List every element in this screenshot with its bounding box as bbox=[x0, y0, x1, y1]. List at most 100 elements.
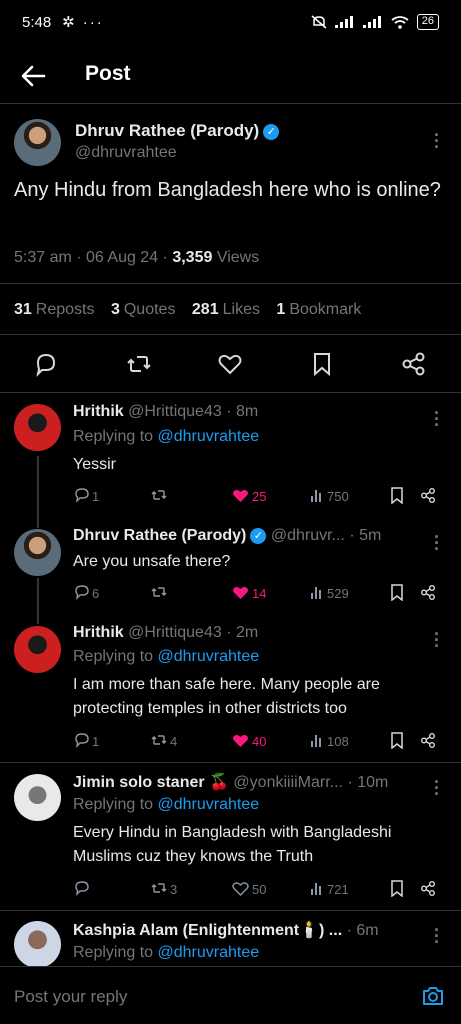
bookmarks-stat[interactable]: 1 Bookmark bbox=[276, 301, 361, 318]
like-icon-filled[interactable] bbox=[232, 585, 249, 600]
replying-to: Replying to @dhruvrahtee bbox=[73, 428, 260, 445]
status-bar: 5:48 ✲ ··· 26 bbox=[0, 0, 461, 46]
reply-icon[interactable] bbox=[74, 880, 90, 896]
share-icon[interactable] bbox=[400, 350, 428, 378]
share-icon[interactable] bbox=[420, 732, 437, 749]
like-icon-filled[interactable] bbox=[232, 488, 249, 503]
bookmark-icon[interactable] bbox=[308, 350, 336, 378]
signal-icon-2 bbox=[362, 16, 381, 28]
verified-badge-icon: ✓ bbox=[250, 527, 267, 544]
reply-count: 6 bbox=[92, 586, 100, 601]
page-title: Post bbox=[85, 62, 131, 85]
share-icon[interactable] bbox=[420, 880, 437, 897]
reply-text: I am more than safe here. Many people ar… bbox=[73, 676, 380, 717]
reply-author-name[interactable]: Kashpia Alam (Enlightenment🕯️) ... bbox=[73, 922, 342, 939]
post-text: Any Hindu from Bangladesh here who is on… bbox=[14, 179, 441, 201]
repost-icon[interactable] bbox=[150, 487, 168, 503]
status-notification-icons: ✲ ··· bbox=[62, 14, 104, 31]
replying-to-link[interactable]: @dhruvrahtee bbox=[158, 648, 260, 665]
reply-time: · 6m bbox=[346, 922, 379, 939]
bookmark-icon[interactable] bbox=[390, 732, 404, 749]
reply-icon[interactable] bbox=[32, 350, 60, 378]
like-icon[interactable] bbox=[216, 350, 244, 378]
views-icon[interactable] bbox=[310, 881, 324, 895]
back-arrow-icon[interactable] bbox=[18, 62, 48, 90]
post-stats: 31 Reposts 3 Quotes 281 Likes 1 Bookmark bbox=[14, 301, 373, 319]
reply-count: 1 bbox=[92, 734, 100, 749]
reply-avatar[interactable] bbox=[14, 774, 61, 821]
reply-author-name[interactable]: Hrithik bbox=[73, 624, 124, 641]
like-icon[interactable] bbox=[232, 881, 249, 896]
reply-header: Hrithik @Hrittique43 · 2m bbox=[73, 624, 258, 642]
reposts-stat[interactable]: 31 Reposts bbox=[14, 301, 95, 318]
bookmark-icon[interactable] bbox=[390, 487, 404, 504]
thread-line bbox=[37, 456, 39, 528]
reply-text: Every Hindu in Bangladesh with Banglades… bbox=[73, 824, 392, 865]
more-options-icon[interactable]: · · · bbox=[432, 921, 442, 951]
quotes-stat[interactable]: 3 Quotes bbox=[111, 301, 176, 318]
replying-to: Replying to @dhruvrahtee bbox=[73, 796, 260, 813]
repost-icon[interactable] bbox=[150, 880, 168, 896]
bookmark-icon[interactable] bbox=[390, 584, 404, 601]
views-count: 108 bbox=[327, 734, 349, 749]
repost-icon[interactable] bbox=[150, 732, 168, 748]
post-views-label: Views bbox=[212, 249, 260, 266]
reply-header: Hrithik @Hrittique43 · 8m bbox=[73, 403, 258, 421]
battery-icon: 26 bbox=[416, 14, 439, 30]
like-count: 25 bbox=[252, 489, 267, 504]
views-icon[interactable] bbox=[310, 585, 324, 599]
reply-icon[interactable] bbox=[74, 487, 90, 503]
views-icon[interactable] bbox=[310, 488, 324, 502]
replying-to-link[interactable]: @dhruvrahtee bbox=[158, 944, 260, 961]
reply-header: Jimin solo staner 🍒 @yonkiiiiMarr... · 1… bbox=[73, 772, 428, 792]
more-options-icon[interactable]: · · · bbox=[432, 625, 442, 655]
reply-time: · 10m bbox=[347, 774, 389, 791]
more-options-icon[interactable]: · · · bbox=[432, 773, 442, 803]
post-views-count: 3,359 bbox=[172, 249, 213, 266]
author-handle[interactable]: @dhruvrahtee bbox=[75, 144, 177, 162]
more-options-icon[interactable]: · · · bbox=[432, 404, 442, 434]
reply-time: · 5m bbox=[349, 527, 382, 544]
like-icon-filled[interactable] bbox=[232, 733, 249, 748]
reply-composer-bar: Post your reply bbox=[0, 966, 461, 1024]
reply-author-handle[interactable]: @yonkiiiiMarr... bbox=[233, 774, 343, 791]
views-count: 721 bbox=[327, 882, 349, 897]
repost-icon[interactable] bbox=[125, 350, 153, 378]
reply-text: Yessir bbox=[73, 456, 116, 473]
thread-line bbox=[37, 578, 39, 624]
more-options-icon[interactable]: · · · bbox=[432, 528, 442, 558]
share-icon[interactable] bbox=[420, 487, 437, 504]
repost-icon[interactable] bbox=[150, 584, 168, 600]
bookmark-icon[interactable] bbox=[390, 880, 404, 897]
likes-stat[interactable]: 281 Likes bbox=[192, 301, 260, 318]
replying-to-link[interactable]: @dhruvrahtee bbox=[158, 428, 260, 445]
reply-author-name[interactable]: Hrithik bbox=[73, 403, 124, 420]
reply-avatar[interactable] bbox=[14, 626, 61, 673]
reply-avatar[interactable] bbox=[14, 921, 61, 968]
reply-author-handle[interactable]: @Hrittique43 bbox=[128, 624, 222, 641]
wifi-icon bbox=[391, 15, 409, 29]
more-options-icon[interactable]: · · · bbox=[432, 126, 442, 156]
author-avatar[interactable] bbox=[14, 119, 61, 166]
reply-author-name[interactable]: Jimin solo staner 🍒 bbox=[73, 774, 229, 791]
reply-author-name[interactable]: Dhruv Rathee (Parody) bbox=[73, 527, 246, 544]
reply-icon[interactable] bbox=[74, 732, 90, 748]
reply-header: Dhruv Rathee (Parody) ✓ @dhruvr... · 5m bbox=[73, 527, 428, 545]
reply-icon[interactable] bbox=[74, 584, 90, 600]
reply-avatar[interactable] bbox=[14, 529, 61, 576]
author-name-row[interactable]: Dhruv Rathee (Parody) ✓ bbox=[75, 121, 280, 141]
reply-text: Are you unsafe there? bbox=[73, 553, 231, 570]
status-time: 5:48 bbox=[22, 14, 52, 31]
repost-count: 4 bbox=[170, 734, 178, 749]
status-right-icons: 26 bbox=[311, 14, 439, 30]
reply-author-handle[interactable]: @Hrittique43 bbox=[128, 403, 222, 420]
repost-count: 3 bbox=[170, 882, 178, 897]
share-icon[interactable] bbox=[420, 584, 437, 601]
views-icon[interactable] bbox=[310, 733, 324, 747]
reply-input[interactable]: Post your reply bbox=[14, 987, 127, 1007]
reply-avatar[interactable] bbox=[14, 404, 61, 451]
reply-author-handle[interactable]: @dhruvr... bbox=[271, 527, 345, 544]
camera-icon[interactable] bbox=[421, 985, 445, 1007]
like-count: 50 bbox=[252, 882, 267, 897]
replying-to-link[interactable]: @dhruvrahtee bbox=[158, 796, 260, 813]
